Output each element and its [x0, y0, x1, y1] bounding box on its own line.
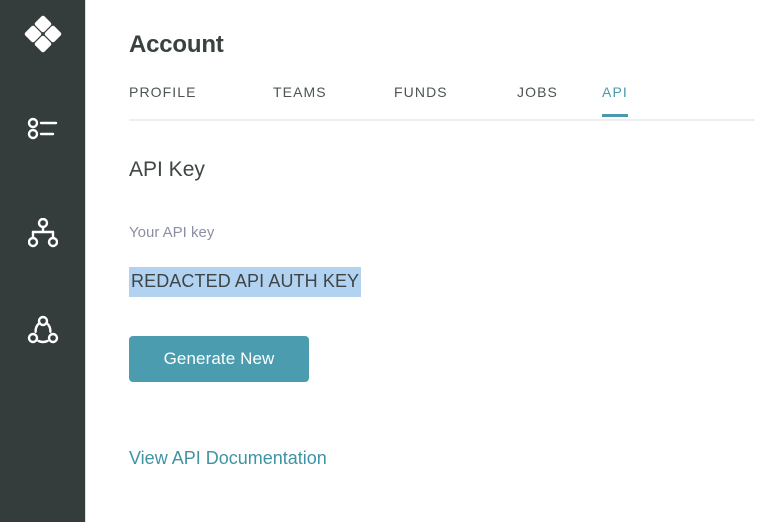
view-api-documentation-link[interactable]: View API Documentation [129, 448, 327, 469]
hierarchy-tree-icon [28, 218, 58, 248]
tab-funds[interactable]: FUNDS [394, 84, 448, 115]
sidebar-item-logo[interactable] [0, 12, 86, 56]
sidebar-item-hierarchy[interactable] [0, 212, 86, 254]
list-settings-icon [27, 115, 59, 141]
diamond-cluster-icon [23, 14, 63, 54]
sidebar-item-network[interactable] [0, 310, 86, 352]
page-title: Account [129, 31, 224, 59]
tab-profile[interactable]: PROFILE [129, 84, 197, 115]
tab-api[interactable]: API [602, 84, 628, 115]
network-share-icon [27, 315, 59, 347]
api-key-value[interactable]: REDACTED API AUTH KEY [129, 267, 361, 297]
tab-jobs[interactable]: JOBS [517, 84, 558, 115]
tab-teams[interactable]: TEAMS [273, 84, 327, 115]
tab-bar: PROFILE TEAMS FUNDS JOBS API [129, 84, 755, 121]
app-sidebar [0, 0, 86, 522]
sidebar-item-list[interactable] [0, 108, 86, 148]
generate-new-button[interactable]: Generate New [129, 336, 309, 382]
api-key-label: Your API key [129, 224, 214, 241]
main-content: Account PROFILE TEAMS FUNDS JOBS API API… [86, 0, 759, 522]
account-api-page: Account PROFILE TEAMS FUNDS JOBS API API… [0, 0, 759, 522]
section-title-api-key: API Key [129, 158, 205, 182]
